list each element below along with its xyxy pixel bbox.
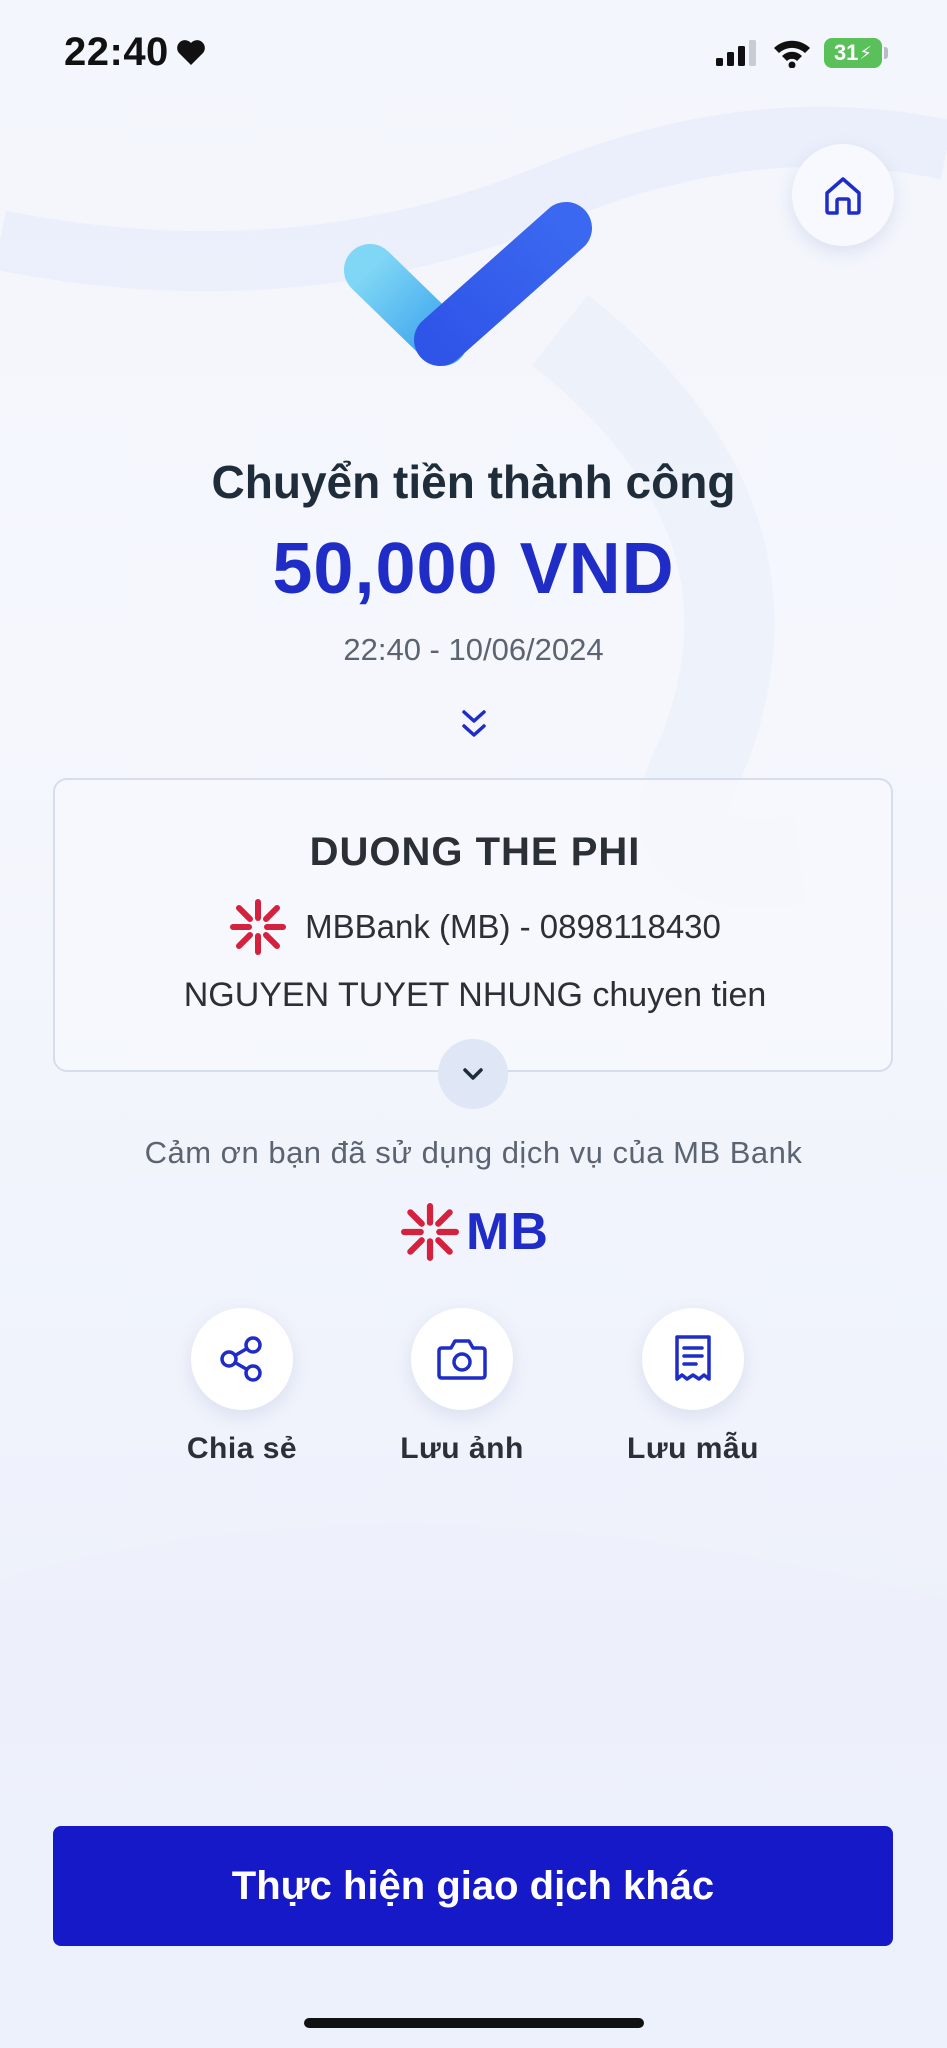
recipient-name: DUONG THE PHI: [309, 830, 641, 874]
home-indicator[interactable]: [304, 2018, 644, 2028]
checkmark-icon: [344, 202, 592, 366]
battery-level: 31: [833, 40, 859, 65]
transfer-status-title: Chuyển tiền thành công: [211, 456, 736, 508]
card-expand-button[interactable]: [438, 1039, 508, 1109]
mb-bank-logo: MB: [400, 1202, 549, 1262]
charging-bolt-icon: ⚡: [859, 42, 873, 63]
save-template-label: Lưu mẫu: [627, 1432, 759, 1465]
share-label: Chia sẻ: [186, 1432, 298, 1465]
mb-bank-star-icon: [401, 1203, 459, 1261]
home-icon: [825, 177, 861, 215]
save-image-action[interactable]: Lưu ảnh: [362, 1308, 562, 1466]
mb-bank-star-icon: [230, 899, 287, 955]
battery-cap: [884, 47, 888, 59]
save-template-action[interactable]: Lưu mẫu: [593, 1308, 793, 1466]
double-chevron-down-icon[interactable]: [459, 706, 489, 742]
new-transaction-button[interactable]: Thực hiện giao dịch khác: [53, 1826, 893, 1946]
thanks-message: Cảm ơn bạn đã sử dụng dịch vụ của MB Ban…: [144, 1135, 803, 1170]
bank-account-text: MBBank (MB) - 0898118430: [305, 908, 721, 945]
chevron-down-icon: [463, 1068, 483, 1080]
transfer-datetime: 22:40 - 10/06/2024: [343, 632, 604, 667]
recipient-card: DUONG THE PHI MBBank (MB) - 0898118430 N…: [53, 778, 893, 1072]
heart-icon: [177, 40, 205, 65]
save-image-button[interactable]: [411, 1308, 513, 1410]
share-action[interactable]: Chia sẻ: [142, 1308, 342, 1466]
home-button[interactable]: [792, 144, 894, 246]
bank-account-row: MBBank (MB) - 0898118430: [55, 898, 895, 956]
wifi-icon: [774, 40, 810, 68]
status-time: 22:40: [64, 30, 169, 74]
save-template-button[interactable]: [642, 1308, 744, 1410]
camera-icon: [437, 1339, 487, 1380]
mb-logo-text: MB: [466, 1203, 549, 1261]
save-image-label: Lưu ảnh: [400, 1432, 524, 1465]
transfer-amount: 50,000 VND: [272, 529, 675, 609]
status-bar: 22:40 31 ⚡: [0, 0, 947, 110]
transfer-note: NGUYEN TUYET NHUNG chuyen tien: [183, 976, 767, 1014]
share-button[interactable]: [191, 1308, 293, 1410]
share-icon: [220, 1336, 262, 1382]
cellular-signal-icon: [716, 40, 756, 66]
battery-charging-icon: 31 ⚡: [824, 38, 882, 68]
receipt-icon: [675, 1335, 711, 1381]
